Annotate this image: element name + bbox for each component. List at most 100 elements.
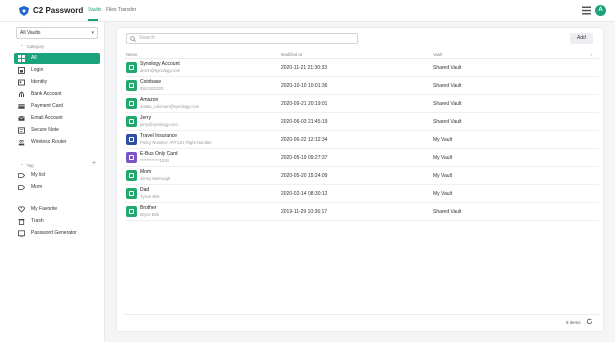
item-subtitle: Policy Number: ATF11H Flight Number: [140, 140, 212, 145]
sidebar-item-label: Secure Note: [31, 127, 59, 133]
column-header-modified[interactable]: Modified at: [281, 52, 302, 57]
item-modified-date: 2020-06-22 12:12:34: [281, 137, 328, 143]
column-header-vault[interactable]: Vault: [433, 52, 442, 57]
table-row[interactable]: Amazon mattia_coleman@synology.com 2020-09…: [124, 95, 599, 113]
sidebar-item-label: My Favorite: [31, 206, 58, 212]
item-count: 9 items: [566, 320, 581, 325]
sidebar-item-password-generator[interactable]: Password Generator: [14, 228, 100, 239]
item-vault: Shared Vault: [433, 65, 462, 71]
tag-section-toggle[interactable]: ⌃ Tag: [20, 163, 34, 169]
table-row[interactable]: Jerry jerry@synology.com 2020-06-03 21:45:…: [124, 113, 599, 131]
table-row[interactable]: Dad Tyson Birk 2020-02-14 08:30:12 My Vault: [124, 185, 599, 203]
category-heading: Category: [26, 44, 45, 49]
add-button[interactable]: Add: [570, 33, 593, 44]
table-row[interactable]: Travel Insurance Policy Number: ATF11H Fl…: [124, 131, 599, 149]
item-subtitle: Bryce Birk: [140, 212, 160, 217]
shield-logo-icon: [19, 6, 29, 16]
item-vault: My Vault: [433, 173, 453, 179]
app-title: C2 Password: [33, 6, 84, 15]
item-vault: Shared Vault: [433, 119, 462, 125]
sidebar-item-email-account[interactable]: Email Account: [14, 113, 100, 124]
user-avatar[interactable]: A: [595, 5, 606, 16]
email-icon: [18, 115, 25, 121]
login-icon: [18, 67, 25, 74]
item-subtitle: 0912322320: [140, 86, 164, 91]
tab-files-transfer[interactable]: Files Transfer: [106, 7, 136, 13]
sidebar-item-identity[interactable]: Identity: [14, 77, 100, 88]
trash-icon: [18, 219, 25, 225]
item-modified-date: 2020-10-10 10:01:36: [281, 83, 328, 89]
item-type-icon: [126, 116, 137, 127]
table-row[interactable]: E-Bus Only Card ************1234 2020-05-1…: [124, 149, 599, 167]
sidebar-item-payment-card[interactable]: Payment Card: [14, 101, 100, 112]
item-modified-date: 2020-09-21 20:19:01: [281, 101, 328, 107]
sidebar-item-all[interactable]: All: [14, 53, 100, 64]
item-vault: My Vault: [433, 137, 453, 143]
apps-grid-icon[interactable]: [582, 6, 591, 15]
refresh-icon[interactable]: [586, 318, 593, 325]
item-type-icon: [126, 134, 137, 145]
item-vault: Shared Vault: [433, 83, 462, 89]
caret-down-icon: ⌃: [20, 163, 24, 168]
sidebar-item-tag-mom[interactable]: Mom: [14, 182, 100, 193]
category-section-toggle[interactable]: ⌃ Category: [20, 44, 44, 50]
note-icon: [18, 127, 25, 134]
table-row[interactable]: Synology Account derrin@synology.com 2020-…: [124, 59, 599, 77]
table-row[interactable]: Brother Bryce Birk 2019-11-29 10:36:17 Shar…: [124, 203, 599, 221]
tab-vaults[interactable]: Vaults: [88, 7, 102, 13]
item-vault: My Vault: [433, 191, 453, 197]
item-subtitle: jerry@synology.com: [140, 122, 178, 127]
search-icon: [130, 36, 136, 42]
sidebar-item-tag-my-list[interactable]: My list: [14, 170, 100, 181]
table-row[interactable]: Mom Jenny Murrough 2020-05-20 15:24:09 My V…: [124, 167, 599, 185]
column-header-name[interactable]: Name: [126, 52, 137, 57]
sort-toggle-icon[interactable]: ↕: [590, 52, 592, 57]
item-vault: Shared Vault: [433, 101, 462, 107]
card-icon: [18, 104, 25, 109]
item-name: Synology Account: [140, 61, 180, 67]
vault-select[interactable]: All Vaults ▾: [16, 27, 98, 39]
footer-divider: [124, 314, 599, 315]
tag-icon: [18, 173, 25, 178]
item-modified-date: 2019-11-29 10:36:17: [281, 209, 328, 215]
sidebar-item-secure-note[interactable]: Secure Note: [14, 125, 100, 136]
tag-heading: Tag: [26, 163, 34, 168]
item-type-icon: [126, 98, 137, 109]
item-modified-date: 2020-05-20 15:24:09: [281, 173, 328, 179]
item-name: Amazon: [140, 97, 159, 103]
item-type-icon: [126, 188, 137, 199]
sidebar-item-wireless-router[interactable]: Wireless Router: [14, 137, 100, 148]
item-type-icon: [126, 152, 137, 163]
sidebar: All Vaults ▾ ⌃ Category All Login Identit…: [0, 22, 105, 342]
sidebar-item-label: Trash: [31, 218, 44, 224]
item-name: Jerry: [140, 115, 152, 121]
search-placeholder: Search: [139, 35, 155, 41]
add-tag-plus-icon[interactable]: +: [92, 160, 96, 167]
sidebar-item-label: Identity: [31, 79, 48, 85]
top-bar: C2 Password Vaults Files Transfer A: [0, 0, 615, 22]
vault-select-value: All Vaults: [20, 30, 41, 36]
grid-icon: [18, 55, 25, 62]
chevron-down-icon: ▾: [91, 30, 94, 36]
sidebar-item-login[interactable]: Login: [14, 65, 100, 76]
sidebar-item-label: Email Account: [31, 115, 63, 121]
caret-down-icon: ⌃: [20, 44, 24, 49]
item-modified-date: 2020-02-14 08:30:12: [281, 191, 328, 197]
heart-icon: [18, 206, 25, 213]
item-subtitle: ************1234: [140, 158, 169, 163]
item-modified-date: 2020-06-03 21:45:19: [281, 119, 328, 125]
sidebar-item-label: Bank Account: [31, 91, 62, 97]
item-type-icon: [126, 170, 137, 181]
table-row[interactable]: Coinbase 0912322320 2020-10-10 10:01:36 Sha…: [124, 77, 599, 95]
sidebar-item-bank-account[interactable]: Bank Account: [14, 89, 100, 100]
sidebar-item-label: Password Generator: [31, 230, 77, 236]
search-input[interactable]: Search: [126, 33, 358, 44]
generator-icon: [18, 230, 25, 237]
item-type-icon: [126, 62, 137, 73]
item-type-icon: [126, 206, 137, 217]
sidebar-item-label: All: [31, 55, 37, 61]
item-subtitle: Tyson Birk: [140, 194, 160, 199]
sidebar-item-my-favorite[interactable]: My Favorite: [14, 204, 100, 215]
item-name: Travel Insurance: [140, 133, 178, 139]
sidebar-item-trash[interactable]: Trash: [14, 216, 100, 227]
